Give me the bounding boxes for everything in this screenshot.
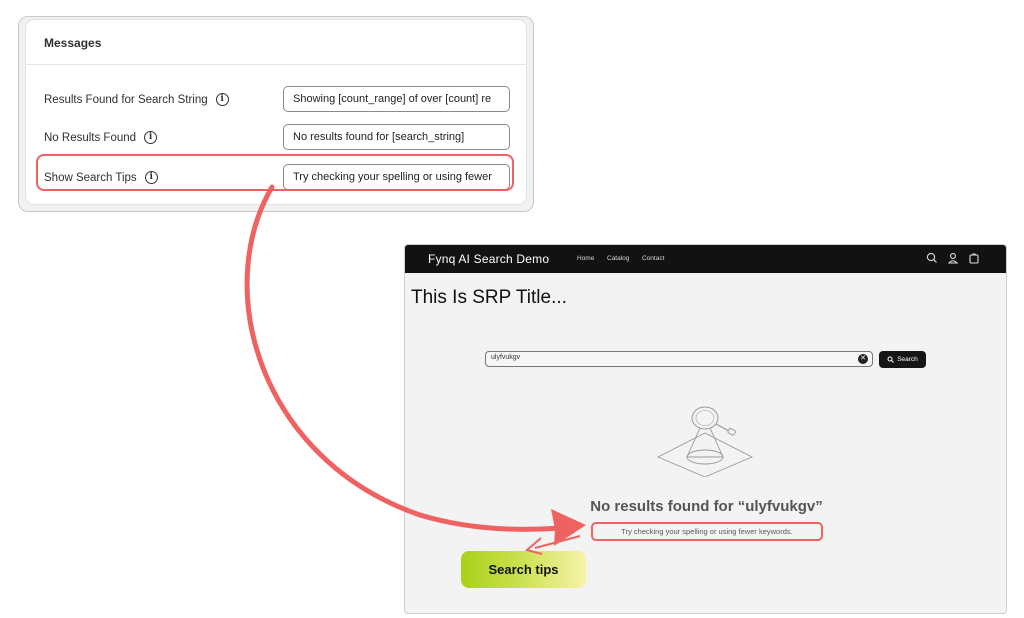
messages-divider <box>26 64 526 65</box>
setting-row-search-tips: Show Search Tips i Try checking your spe… <box>26 164 528 192</box>
account-icon[interactable] <box>946 251 960 265</box>
info-icon[interactable]: i <box>144 131 158 144</box>
info-icon[interactable]: i <box>144 171 158 184</box>
messages-settings-panel: Messages Results Found for Search String… <box>18 16 534 212</box>
nav-link-contact[interactable]: Contact <box>642 255 664 262</box>
search-input[interactable]: ulyfvukgv ✕ <box>485 351 873 367</box>
setting-label-search-tips: Show Search Tips i <box>44 171 158 184</box>
page-title: This Is SRP Title... <box>411 287 567 308</box>
store-header: Fynq AI Search Demo Home Catalog Contact <box>405 245 1006 273</box>
setting-label-results-found: Results Found for Search String i <box>44 93 229 106</box>
setting-row-no-results: No Results Found i No results found for … <box>26 124 528 152</box>
messages-card: Messages Results Found for Search String… <box>25 19 527 205</box>
nav-link-home[interactable]: Home <box>577 255 594 262</box>
search-icon[interactable] <box>925 251 939 265</box>
search-button-label: Search <box>897 356 918 363</box>
setting-label-no-results: No Results Found i <box>44 131 158 144</box>
store-brand[interactable]: Fynq AI Search Demo <box>428 252 549 266</box>
results-found-label-text: Results Found for Search String <box>44 93 208 106</box>
search-tips-label-text: Show Search Tips <box>44 171 137 184</box>
search-input-value: ulyfvukgv <box>491 354 521 361</box>
no-results-label-text: No Results Found <box>44 131 137 144</box>
search-tips-input[interactable]: Try checking your spelling or using fewe… <box>283 164 510 190</box>
no-results-heading: No results found for “ulyfvukgv” <box>590 498 823 515</box>
setting-row-results-found: Results Found for Search String i Showin… <box>26 86 528 114</box>
clear-icon[interactable]: ✕ <box>858 354 868 364</box>
info-icon[interactable]: i <box>215 93 229 106</box>
search-button[interactable]: Search <box>879 351 926 368</box>
search-icon <box>887 356 895 363</box>
search-tips-callout: Search tips <box>461 551 586 588</box>
results-found-input[interactable]: Showing [count_range] of over [count] re <box>283 86 510 112</box>
cart-icon[interactable] <box>967 251 981 265</box>
empty-search-illustration-icon <box>656 406 754 477</box>
nav-link-catalog[interactable]: Catalog <box>607 255 629 262</box>
no-results-input[interactable]: No results found for [search_string] <box>283 124 510 150</box>
search-tips-text: Try checking your spelling or using fewe… <box>591 522 823 541</box>
messages-title: Messages <box>44 36 102 50</box>
